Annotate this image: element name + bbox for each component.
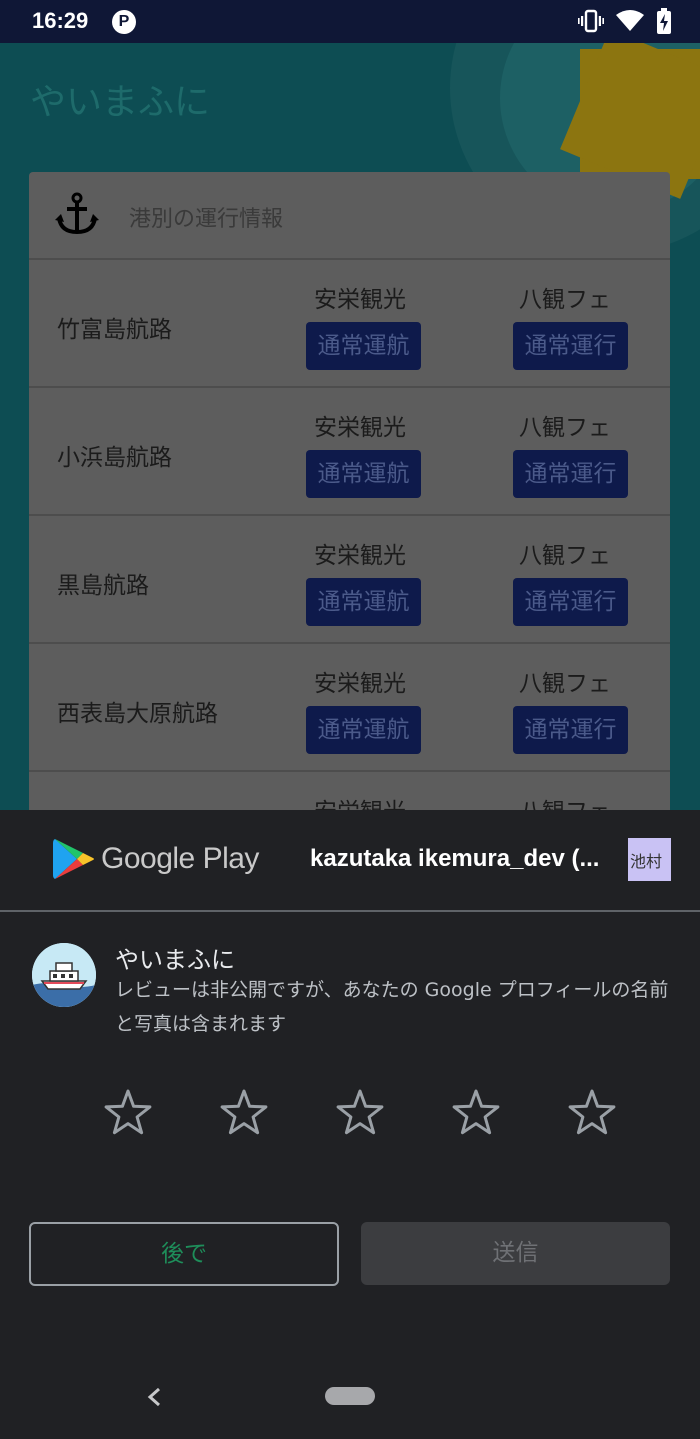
operator-name: 安栄観光 bbox=[314, 415, 406, 441]
card-header: 港別の運行情報 bbox=[29, 172, 670, 260]
submit-button[interactable]: 送信 bbox=[361, 1222, 670, 1285]
parking-notification-icon: P bbox=[112, 10, 136, 34]
review-bottom-sheet: Google Play kazutaka ikemura_dev (... 池村… bbox=[0, 810, 700, 1439]
operator-name: 八観フェ bbox=[519, 287, 611, 313]
later-button[interactable]: 後で bbox=[29, 1222, 339, 1286]
app-title: やいまふに bbox=[30, 82, 211, 123]
star-rating bbox=[100, 1085, 620, 1141]
app-icon bbox=[32, 943, 96, 1007]
status-time: 16:29 bbox=[32, 8, 89, 33]
status-badge: 通常運行 bbox=[513, 578, 628, 626]
back-icon[interactable] bbox=[144, 1382, 164, 1412]
anchor-icon bbox=[55, 192, 99, 235]
vibrate-icon bbox=[578, 9, 604, 33]
operator-name: 安栄観光 bbox=[314, 792, 406, 810]
route-name: 小浜島航路 bbox=[57, 445, 172, 471]
route-row[interactable]: 黒島航路 安栄観光 八観フェ 通常運航 通常運行 bbox=[29, 516, 670, 644]
operator-name: 安栄観光 bbox=[314, 543, 406, 569]
operator-name: 八観フェ bbox=[519, 415, 611, 441]
card-header-label: 港別の運行情報 bbox=[129, 207, 284, 232]
port-status-card: 港別の運行情報 竹富島航路 安栄観光 八観フェ 通常運航 通常運行 小浜島航路 … bbox=[29, 172, 670, 810]
route-name: 竹富島航路 bbox=[57, 317, 172, 343]
sheet-header: Google Play kazutaka ikemura_dev (... 池村 bbox=[0, 810, 700, 912]
status-badge: 通常運行 bbox=[513, 450, 628, 498]
account-avatar: 池村 bbox=[628, 838, 671, 881]
status-badge: 通常運航 bbox=[306, 322, 421, 370]
operator-name: 八観フェ bbox=[519, 792, 611, 810]
status-badge: 通常運航 bbox=[306, 578, 421, 626]
star-icon-1[interactable] bbox=[100, 1085, 156, 1141]
star-icon-3[interactable] bbox=[332, 1085, 388, 1141]
review-privacy-note: レビューは非公開ですが、あなたの Google プロフィールの名前と写真は含まれ… bbox=[115, 979, 669, 1035]
status-badge: 通常運行 bbox=[513, 706, 628, 754]
home-pill[interactable] bbox=[325, 1387, 375, 1405]
account-name: kazutaka ikemura_dev (... bbox=[310, 845, 600, 872]
operator-name: 安栄観光 bbox=[314, 287, 406, 313]
google-play-icon bbox=[53, 839, 94, 879]
route-name: 西表島大原航路 bbox=[57, 701, 218, 727]
star-icon-5[interactable] bbox=[564, 1085, 620, 1141]
status-badge: 通常運行 bbox=[513, 322, 628, 370]
route-name: 黒島航路 bbox=[57, 573, 149, 599]
status-badge: 通常運航 bbox=[306, 706, 421, 754]
route-row[interactable]: 小浜島航路 安栄観光 八観フェ 通常運航 通常運行 bbox=[29, 388, 670, 516]
route-row[interactable]: 竹富島航路 安栄観光 八観フェ 通常運航 通常運行 bbox=[29, 260, 670, 388]
star-icon-4[interactable] bbox=[448, 1085, 504, 1141]
route-row[interactable]: 西表島大原航路 安栄観光 八観フェ 通常運航 通常運行 bbox=[29, 644, 670, 772]
operator-name: 八観フェ bbox=[519, 543, 611, 569]
google-play-label: Google Play bbox=[101, 842, 259, 875]
avatar-text: 池村 bbox=[630, 852, 663, 871]
wifi-icon bbox=[616, 10, 644, 31]
battery-charging-icon bbox=[657, 8, 671, 34]
status-bar: 16:29 P bbox=[0, 0, 700, 43]
operator-name: 八観フェ bbox=[519, 671, 611, 697]
operator-name: 安栄観光 bbox=[314, 671, 406, 697]
star-icon-2[interactable] bbox=[216, 1085, 272, 1141]
app-screen: やいまふに 港別の運行情報 竹富島航路 安栄観光 八観フェ 通常運航 通常運行 … bbox=[0, 43, 700, 810]
review-app-name: やいまふに bbox=[115, 946, 235, 974]
route-row[interactable]: 安栄観光 八観フェ bbox=[29, 772, 670, 810]
status-badge: 通常運航 bbox=[306, 450, 421, 498]
